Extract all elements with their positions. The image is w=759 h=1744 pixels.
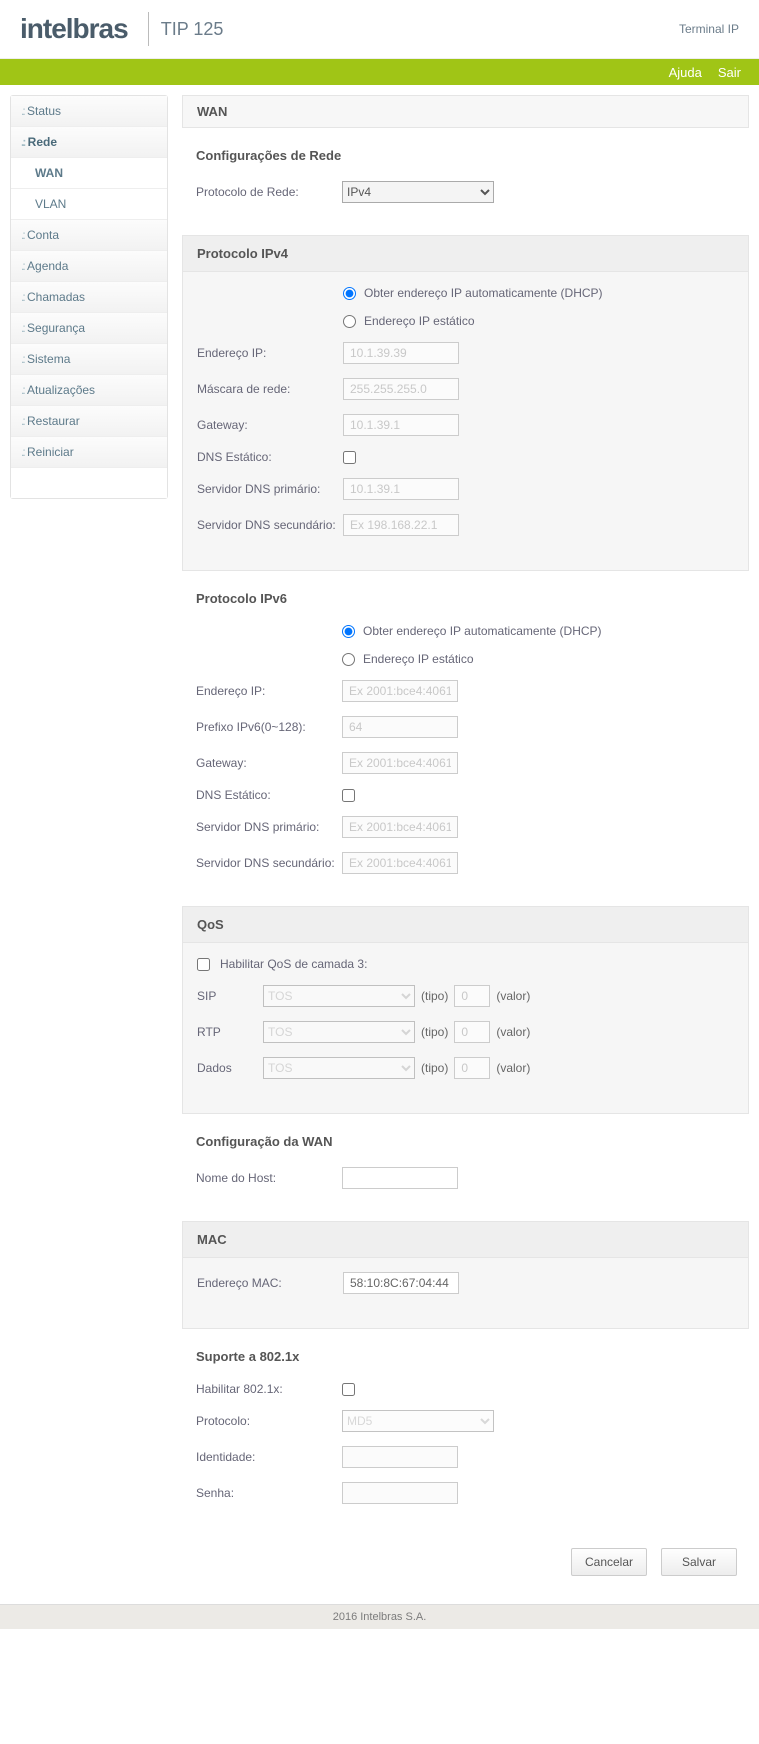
protocol-label: Protocolo de Rede: bbox=[196, 185, 342, 199]
ipv6-prefix-label: Prefixo IPv6(0~128): bbox=[196, 720, 342, 734]
dot1x-identity-input[interactable] bbox=[342, 1446, 458, 1468]
sidebar-sub-vlan[interactable]: VLAN bbox=[11, 189, 167, 220]
qos-rtp-value-input[interactable] bbox=[454, 1021, 490, 1043]
qos-heading: QoS bbox=[183, 907, 748, 943]
qos-enable-label: Habilitar QoS de camada 3: bbox=[220, 957, 367, 971]
sidebar-item-reiniciar[interactable]: Reiniciar bbox=[11, 437, 167, 468]
ipv4-gw-label: Gateway: bbox=[197, 418, 343, 432]
ipv6-dns2-input[interactable] bbox=[342, 852, 458, 874]
ipv4-dns1-label: Servidor DNS primário: bbox=[197, 482, 343, 496]
qos-enable-checkbox[interactable] bbox=[197, 958, 210, 971]
top-bar: Ajuda Sair bbox=[0, 59, 759, 85]
qos-dados-label: Dados bbox=[197, 1061, 263, 1075]
protocol-select[interactable]: IPv4 bbox=[342, 181, 494, 203]
ipv6-dns1-input[interactable] bbox=[342, 816, 458, 838]
dot1x-password-label: Senha: bbox=[196, 1486, 342, 1500]
ipv4-gw-input[interactable] bbox=[343, 414, 459, 436]
terminal-label: Terminal IP bbox=[679, 22, 739, 36]
page-title: WAN bbox=[182, 95, 749, 128]
ipv4-mask-input[interactable] bbox=[343, 378, 459, 400]
dot1x-heading: Suporte a 802.1x bbox=[196, 1349, 735, 1364]
ipv4-dns1-input[interactable] bbox=[343, 478, 459, 500]
ipv4-ip-input[interactable] bbox=[343, 342, 459, 364]
ipv4-ip-label: Endereço IP: bbox=[197, 346, 343, 360]
dot1x-password-input[interactable] bbox=[342, 1482, 458, 1504]
ipv6-ip-label: Endereço IP: bbox=[196, 684, 342, 698]
sidebar-item-sistema[interactable]: Sistema bbox=[11, 344, 167, 375]
qos-valor-label: (valor) bbox=[496, 989, 530, 1003]
ipv6-gw-input[interactable] bbox=[342, 752, 458, 774]
ipv4-radio-dhcp[interactable] bbox=[343, 287, 356, 300]
sidebar: Status Rede WAN VLAN Conta Agenda Chamad… bbox=[10, 95, 168, 499]
mac-input[interactable] bbox=[343, 1272, 459, 1294]
sidebar-item-seguranca[interactable]: Segurança bbox=[11, 313, 167, 344]
qos-sip-value-input[interactable] bbox=[454, 985, 490, 1007]
sidebar-sub-wan[interactable]: WAN bbox=[11, 158, 167, 189]
ipv6-prefix-input[interactable] bbox=[342, 716, 458, 738]
ipv4-block: Protocolo IPv4 Obter endereço IP automat… bbox=[182, 235, 749, 571]
dot1x-enable-checkbox[interactable] bbox=[342, 1383, 355, 1396]
help-link[interactable]: Ajuda bbox=[669, 65, 702, 80]
mac-heading: MAC bbox=[183, 1222, 748, 1258]
dot1x-identity-label: Identidade: bbox=[196, 1450, 342, 1464]
ipv6-radio-dhcp[interactable] bbox=[342, 625, 355, 638]
dot1x-protocol-select[interactable]: MD5 bbox=[342, 1410, 494, 1432]
host-input[interactable] bbox=[342, 1167, 458, 1189]
sidebar-item-rede[interactable]: Rede bbox=[11, 127, 167, 158]
save-button[interactable]: Salvar bbox=[661, 1548, 737, 1576]
ipv6-ip-input[interactable] bbox=[342, 680, 458, 702]
ipv6-dns2-label: Servidor DNS secundário: bbox=[196, 856, 342, 870]
brand-logo: intelbras bbox=[20, 13, 128, 45]
sidebar-item-conta[interactable]: Conta bbox=[11, 220, 167, 251]
ipv4-dnsstatic-checkbox[interactable] bbox=[343, 451, 356, 464]
qos-dados-type-select[interactable]: TOS bbox=[263, 1057, 415, 1079]
qos-sip-type-select[interactable]: TOS bbox=[263, 985, 415, 1007]
content: WAN Configurações de Rede Protocolo de R… bbox=[182, 95, 749, 1594]
ipv4-radio-dhcp-label: Obter endereço IP automaticamente (DHCP) bbox=[364, 286, 603, 300]
qos-dados-value-input[interactable] bbox=[454, 1057, 490, 1079]
ipv6-gw-label: Gateway: bbox=[196, 756, 342, 770]
dot1x-protocol-label: Protocolo: bbox=[196, 1414, 342, 1428]
ipv6-radio-static[interactable] bbox=[342, 653, 355, 666]
ipv4-dns2-label: Servidor DNS secundário: bbox=[197, 518, 343, 532]
ipv6-heading: Protocolo IPv6 bbox=[196, 591, 735, 606]
mac-block: MAC Endereço MAC: bbox=[182, 1221, 749, 1329]
product-name: TIP 125 bbox=[161, 19, 224, 40]
ipv4-radio-static[interactable] bbox=[343, 315, 356, 328]
cancel-button[interactable]: Cancelar bbox=[571, 1548, 647, 1576]
wanconf-heading: Configuração da WAN bbox=[196, 1134, 735, 1149]
qos-block: QoS Habilitar QoS de camada 3: SIP TOS (… bbox=[182, 906, 749, 1114]
sidebar-item-agenda[interactable]: Agenda bbox=[11, 251, 167, 282]
sidebar-item-restaurar[interactable]: Restaurar bbox=[11, 406, 167, 437]
qos-sip-label: SIP bbox=[197, 989, 263, 1003]
ipv4-dns2-input[interactable] bbox=[343, 514, 459, 536]
sidebar-item-chamadas[interactable]: Chamadas bbox=[11, 282, 167, 313]
qos-tipo-label: (tipo) bbox=[421, 989, 448, 1003]
logo-divider bbox=[148, 12, 149, 46]
footer: 2016 Intelbras S.A. bbox=[0, 1604, 759, 1629]
ipv6-dnsstatic-checkbox[interactable] bbox=[342, 789, 355, 802]
qos-rtp-type-select[interactable]: TOS bbox=[263, 1021, 415, 1043]
qos-rtp-label: RTP bbox=[197, 1025, 263, 1039]
host-label: Nome do Host: bbox=[196, 1171, 342, 1185]
ipv6-radio-dhcp-label: Obter endereço IP automaticamente (DHCP) bbox=[363, 624, 602, 638]
netconf-heading: Configurações de Rede bbox=[196, 148, 735, 163]
ipv6-dnsstatic-label: DNS Estático: bbox=[196, 788, 342, 802]
exit-link[interactable]: Sair bbox=[718, 65, 741, 80]
ipv4-dnsstatic-label: DNS Estático: bbox=[197, 450, 343, 464]
button-bar: Cancelar Salvar bbox=[182, 1536, 749, 1594]
sidebar-item-status[interactable]: Status bbox=[11, 96, 167, 127]
ipv4-heading: Protocolo IPv4 bbox=[183, 236, 748, 272]
ipv6-radio-static-label: Endereço IP estático bbox=[363, 652, 474, 666]
ipv4-radio-static-label: Endereço IP estático bbox=[364, 314, 475, 328]
header: intelbras TIP 125 Terminal IP bbox=[0, 0, 759, 59]
ipv6-dns1-label: Servidor DNS primário: bbox=[196, 820, 342, 834]
sidebar-item-atualizacoes[interactable]: Atualizações bbox=[11, 375, 167, 406]
dot1x-enable-label: Habilitar 802.1x: bbox=[196, 1382, 342, 1396]
ipv4-mask-label: Máscara de rede: bbox=[197, 382, 343, 396]
mac-label: Endereço MAC: bbox=[197, 1276, 343, 1290]
